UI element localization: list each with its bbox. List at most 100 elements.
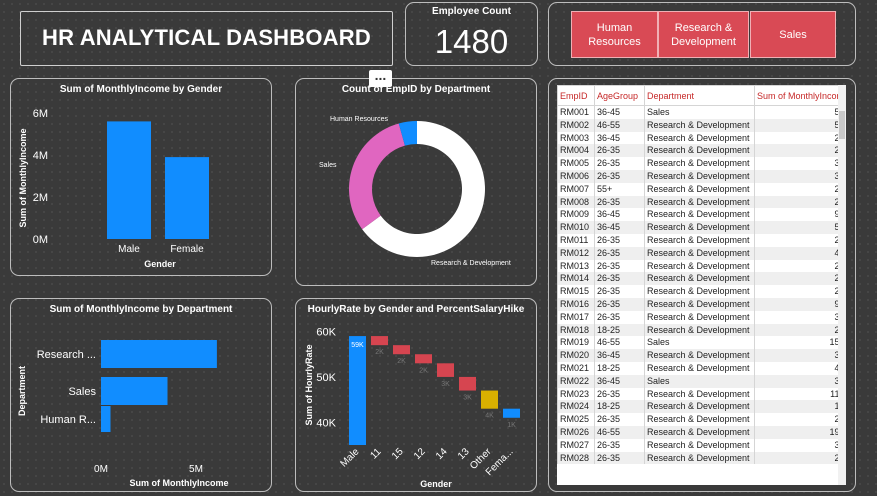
table-row[interactable]: RM02418-25Research & Development12 [557,400,846,414]
column-header[interactable]: AgeGroup [594,85,645,106]
count-by-department-card: Count of EmpID by Department Research & … [295,78,537,286]
x-tick-label: 14 [434,446,450,462]
table-cell: 41 [754,246,846,260]
table-cell: RM002 [557,118,595,132]
table-cell: 34 [754,157,846,170]
slicer-research-development[interactable]: Research & Development [658,11,749,58]
table-cell: 29 [754,451,846,465]
table-row[interactable]: RM00936-45Research & Development95 [557,208,846,222]
table-row[interactable]: RM02036-45Research & Development39 [557,349,846,362]
table-cell: 20 [754,131,846,145]
table-row[interactable]: RM00826-35Research & Development26 [557,195,846,209]
table-cell: 26-35 [594,451,645,465]
table-cell: 154 [754,336,846,350]
table-row[interactable]: RM01326-35Research & Development29 [557,259,846,273]
table-cell: RM004 [557,144,595,158]
y-tick-label: Human R... [40,414,96,426]
table-cell: Research & Development [644,246,755,260]
table-cell: 34 [754,374,846,388]
column-header[interactable]: Department [644,85,755,106]
table-row[interactable]: RM00336-45Research & Development20 [557,131,846,145]
waterfall-bar [415,354,432,364]
bar [107,121,151,239]
column-header[interactable]: Sum of MonthlyIncome [754,85,846,106]
table-cell: Research & Development [644,195,755,209]
table-row[interactable]: RM019 46-55 Sales 154 [557,336,846,350]
table-cell: 26-35 [594,285,645,298]
table-cell: Research & Development [644,285,755,298]
table-row[interactable]: RM01726-35Research & Development32 [557,310,846,324]
table-cell: Research & Development [644,144,755,158]
table-cell: 39 [754,438,846,452]
table-cell: 36-45 [594,105,645,119]
slicer-sales[interactable]: Sales [750,11,836,58]
table-cell: 46-55 [594,336,645,350]
table-scroll-thumb[interactable] [839,111,845,139]
column-header[interactable]: EmpID [557,85,595,106]
table-row[interactable]: RM01626-35Research & Development99 [557,297,846,311]
table-row[interactable]: RM00246-55Research & Development51 [557,118,846,132]
y-tick-label: Sales [68,386,96,398]
table-cell: 26-35 [594,195,645,209]
more-options-button[interactable]: ... [369,68,392,87]
table-row[interactable]: RM026 46-55 Research & Development 190 [557,425,846,439]
table-row[interactable]: RM02526-35Research & Development29 [557,413,846,426]
table-cell: RM018 [557,323,595,337]
table-row[interactable]: RM02826-35Research & Development29 [557,451,846,465]
table-cell: 29 [754,413,846,426]
hourlyrate-waterfall-card: HourlyRate by Gender and PercentSalaryHi… [295,298,537,492]
table-row[interactable]: RM01226-35Research & Development41 [557,246,846,260]
employee-count-value: 1480 [434,23,509,60]
slicer-human-resources[interactable]: Human Resources [571,11,658,58]
table-row[interactable]: RM01818-25Research & Development29 [557,323,846,337]
table-cell: 26-35 [594,246,645,260]
table-row[interactable]: RM01036-45Research & Development52 [557,221,846,234]
table-cell: RM026 [557,425,595,439]
y-axis-label: Department [17,366,27,416]
table-cell: Research & Development [644,297,755,311]
table-cell: Research & Development [644,425,755,439]
waterfall-bar [349,336,366,445]
x-tick-label: Male [118,244,140,255]
bar [101,340,217,368]
table-row[interactable]: RM02726-35Research & Development39 [557,438,846,452]
table-row[interactable]: RM02236-45Sales34 [557,374,846,388]
table-cell: 26-35 [594,413,645,426]
table-cell: Research & Development [644,208,755,222]
table-cell: RM008 [557,195,595,209]
slice-label: Sales [319,162,337,169]
table-cell: 26-35 [594,233,645,247]
table-cell: RM006 [557,169,595,183]
employee-table-card: EmpID AgeGroup Department Sum of MonthlyInc… [548,78,856,492]
table-header-row: EmpID AgeGroup Department Sum of MonthlyInc… [557,85,846,106]
table-cell: RM009 [557,208,595,222]
table-body: RM00136-45Sales59RM00246-55Research & De… [557,105,846,465]
table-row[interactable]: RM01426-35Research & Development26 [557,272,846,286]
employee-table-container[interactable]: EmpID AgeGroup Department Sum of MonthlyInc… [557,85,846,485]
table-cell: Sales [644,336,755,350]
table-scrollbar[interactable] [838,85,846,485]
table-cell: RM021 [557,361,595,375]
table-row[interactable]: RM00755+Research & Development26 [557,182,846,196]
table-row[interactable]: RM00136-45Sales59 [557,105,846,119]
table-cell: 46-55 [594,425,645,439]
table-cell: 59 [754,105,846,119]
table-row[interactable]: RM00626-35Research & Development30 [557,169,846,183]
x-tick-label: 0M [94,464,108,475]
table-row[interactable]: RM00526-35Research & Development34 [557,157,846,170]
table-cell: RM017 [557,310,595,324]
count-by-department-chart: Research & Development Sales Human Resourc… [319,116,511,267]
slice-label: Human Resources [330,116,388,123]
x-tick-label: 11 [368,446,383,461]
table-cell: 29 [754,323,846,337]
table-cell: Research & Development [644,182,755,196]
table-row[interactable]: RM00426-35Research & Development29 [557,144,846,158]
x-tick-label: 12 [412,446,428,462]
table-row[interactable]: RM01126-35Research & Development24 [557,233,846,247]
table-row[interactable]: RM02326-35Research & Development119 [557,387,846,401]
table-cell: 26 [754,272,846,286]
table-cell: RM023 [557,387,595,401]
table-cell: 20 [754,285,846,298]
table-row[interactable]: RM02118-25Research & Development40 [557,361,846,375]
table-row[interactable]: RM01526-35Research & Development20 [557,285,846,298]
